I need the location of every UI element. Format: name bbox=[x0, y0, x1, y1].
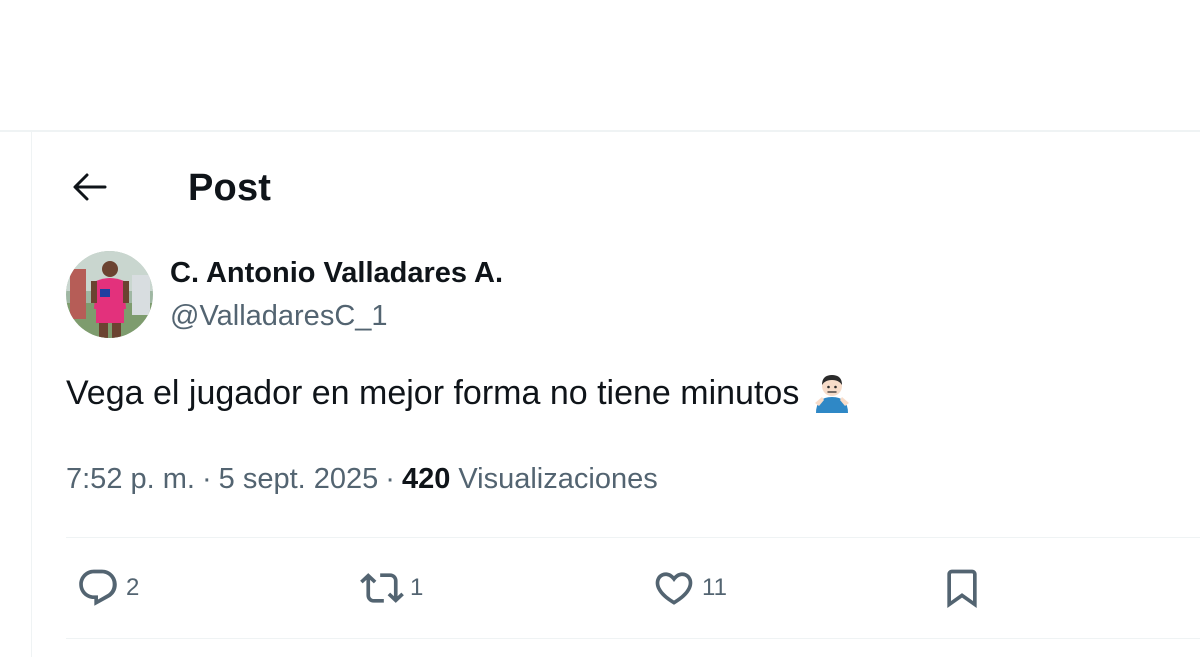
reply-count: 2 bbox=[126, 574, 140, 601]
post-text: Vega el jugador en mejor forma no tiene … bbox=[66, 372, 851, 414]
repost-button[interactable]: 1 bbox=[360, 565, 423, 611]
back-button[interactable] bbox=[66, 166, 112, 212]
like-button[interactable]: 11 bbox=[652, 565, 727, 611]
repost-count: 1 bbox=[410, 574, 424, 601]
left-column-border bbox=[31, 132, 32, 657]
reply-icon bbox=[76, 566, 120, 610]
post-date[interactable]: 5 sept. 2025 bbox=[219, 461, 379, 497]
like-count: 11 bbox=[702, 574, 727, 601]
post-time[interactable]: 7:52 p. m. bbox=[66, 461, 195, 497]
reply-button[interactable]: 2 bbox=[76, 565, 139, 611]
heart-icon bbox=[652, 566, 696, 610]
top-divider bbox=[0, 130, 1200, 132]
top-blank-area bbox=[0, 0, 1200, 130]
post-actions-bar: 2 1 11 bbox=[66, 537, 1200, 638]
repost-icon bbox=[360, 566, 404, 610]
post-text-content: Vega el jugador en mejor forma no tiene … bbox=[66, 374, 800, 412]
bookmark-icon bbox=[940, 566, 984, 610]
arrow-left-icon bbox=[71, 172, 107, 207]
page-title: Post bbox=[188, 167, 272, 209]
bookmark-button[interactable] bbox=[940, 565, 984, 611]
author-handle[interactable]: @ValladaresC_1 bbox=[170, 298, 388, 334]
views-label: Visualizaciones bbox=[458, 463, 658, 495]
views-count: 420 bbox=[401, 463, 451, 495]
man-shrugging-icon bbox=[813, 373, 851, 413]
post-metadata: 7:52 p. m. · 5 sept. 2025 · 420 Visualiz… bbox=[66, 461, 658, 497]
separator-dot: · bbox=[385, 463, 395, 495]
author-display-name[interactable]: C. Antonio Valladares A. bbox=[170, 255, 503, 291]
divider bbox=[66, 638, 1200, 639]
separator-dot: · bbox=[201, 463, 212, 495]
avatar[interactable] bbox=[66, 251, 153, 338]
